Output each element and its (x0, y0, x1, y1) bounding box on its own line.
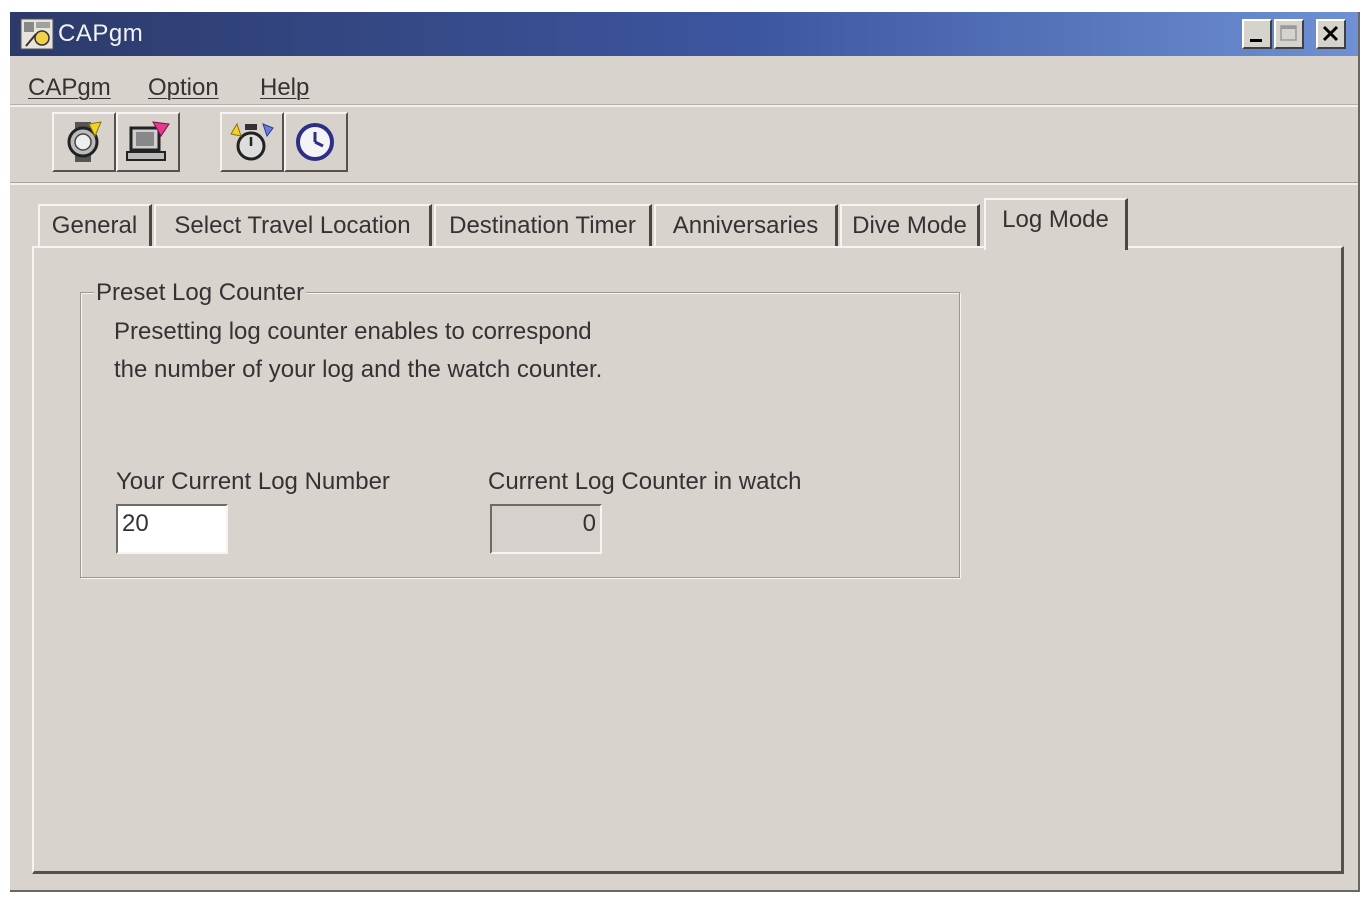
toolbar-separator (10, 182, 1358, 185)
tab-dive-mode[interactable]: Dive Mode (840, 204, 980, 246)
window-title: CAPgm (58, 20, 144, 47)
minimize-button[interactable] (1242, 19, 1272, 49)
tab-select-travel-location[interactable]: Select Travel Location (154, 204, 432, 246)
toolbar-clock-button[interactable] (284, 112, 348, 172)
watch-log-counter-label: Current Log Counter in watch (488, 468, 802, 495)
minimize-icon (1250, 39, 1262, 42)
menu-separator (10, 104, 1358, 107)
maximize-icon (1280, 25, 1297, 41)
close-icon (1322, 25, 1339, 42)
app-icon (20, 18, 54, 50)
pc-transfer-icon (126, 121, 170, 161)
maximize-button[interactable] (1274, 19, 1304, 49)
menu-capgm[interactable]: CAPgm (28, 74, 111, 102)
current-log-number-input[interactable]: 20 (116, 504, 228, 554)
menu-bar: CAPgm Option Help (10, 60, 1358, 104)
tab-destination-timer[interactable]: Destination Timer (434, 204, 652, 246)
description-line-2: the number of your log and the watch cou… (114, 356, 603, 383)
menu-option[interactable]: Option (148, 74, 219, 102)
clock-icon (296, 123, 334, 161)
watch-log-counter-field: 0 (490, 504, 602, 554)
close-button[interactable] (1316, 19, 1346, 49)
group-title: Preset Log Counter (94, 279, 307, 307)
title-bar[interactable]: CAPgm (10, 12, 1358, 56)
toolbar-watch-connect-button[interactable] (52, 112, 116, 172)
tab-general[interactable]: General (38, 204, 152, 246)
description-line-1: Presetting log counter enables to corres… (114, 318, 592, 345)
tab-log-mode[interactable]: Log Mode (984, 198, 1128, 250)
app-window: CAPgm CAPgm Option Help General Select T… (10, 12, 1360, 892)
menu-help[interactable]: Help (260, 74, 309, 102)
current-log-number-label: Your Current Log Number (116, 468, 390, 495)
tab-anniversaries[interactable]: Anniversaries (654, 204, 838, 246)
stopwatch-icon (230, 122, 274, 161)
toolbar-pc-transfer-button[interactable] (116, 112, 180, 172)
watch-connect-icon (67, 121, 102, 162)
toolbar-stopwatch-button[interactable] (220, 112, 284, 172)
